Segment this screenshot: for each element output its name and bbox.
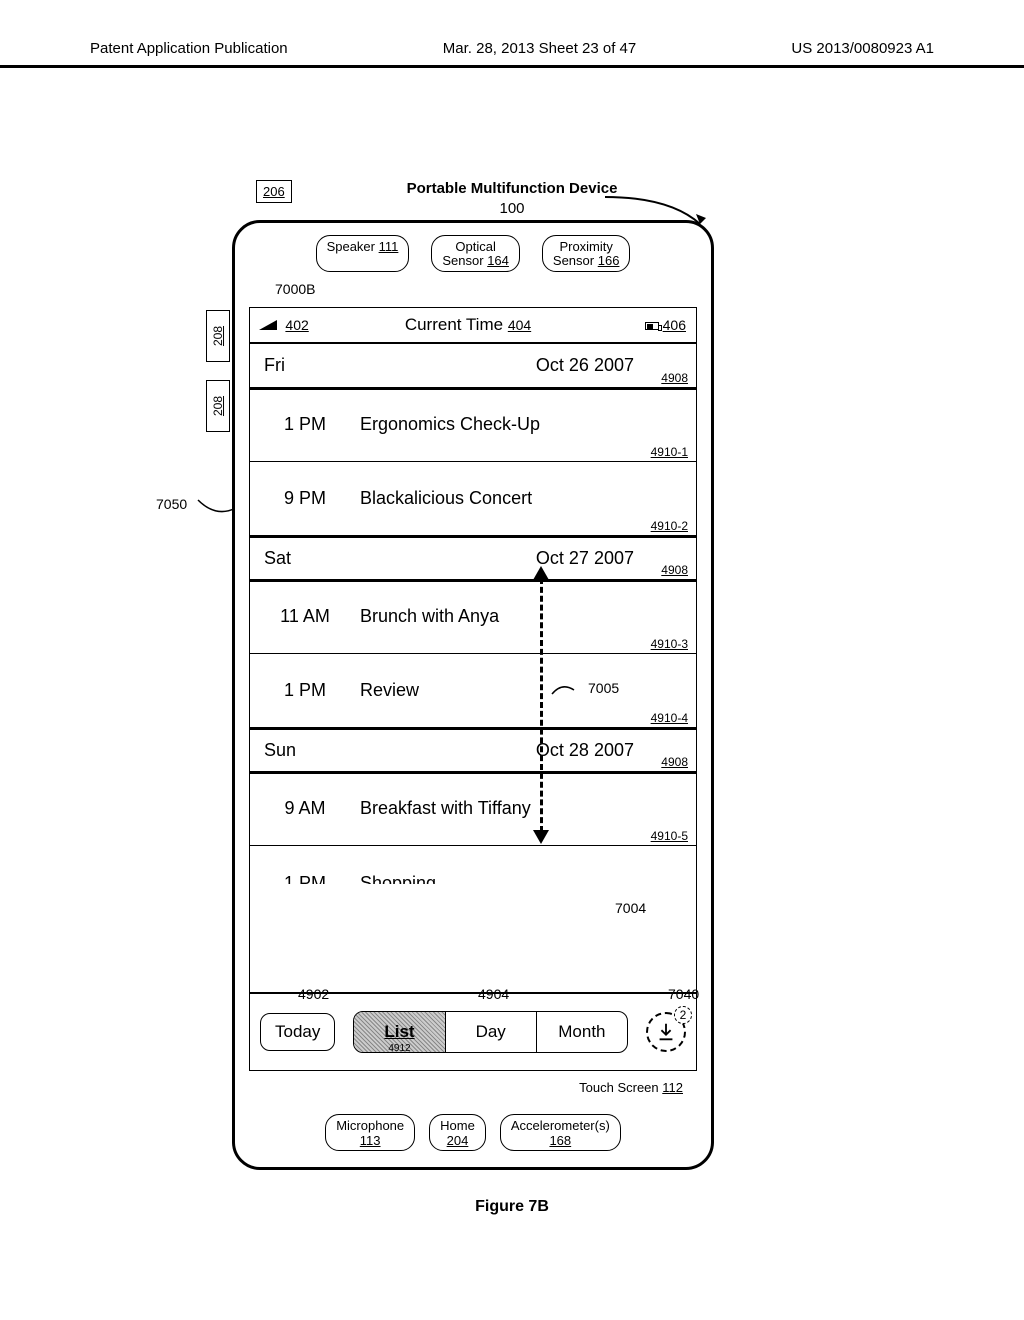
leader-7005 xyxy=(550,680,590,700)
ref-206: 206 xyxy=(256,180,292,203)
device-title: Portable Multifunction Device xyxy=(0,180,1024,197)
current-time: Current Time 404 xyxy=(310,315,626,335)
download-badge: 2 xyxy=(674,1006,692,1024)
ref-208-b: 208 xyxy=(206,380,230,432)
download-icon xyxy=(655,1021,677,1043)
event-row[interactable]: 1 PM Shopping xyxy=(250,846,696,884)
day-header: Sat Oct 27 2007 4908 xyxy=(250,536,696,580)
page-header: Patent Application Publication Mar. 28, … xyxy=(0,40,1024,68)
event-row[interactable]: 9 PM Blackalicious Concert 4910-2 xyxy=(250,462,696,536)
ref-208-a: 208 xyxy=(206,310,230,362)
event-row[interactable]: 1 PM Ergonomics Check-Up 4910-1 xyxy=(250,388,696,462)
ref-7050: 7050 xyxy=(156,496,187,512)
today-button[interactable]: Today xyxy=(260,1013,335,1051)
status-bar: 402 Current Time 404 406 xyxy=(250,308,696,344)
home-button-label: Home204 xyxy=(429,1114,486,1151)
day-header: Sun Oct 28 2007 4908 xyxy=(250,728,696,772)
signal-indicator: 402 xyxy=(250,317,310,334)
speaker-label: Speaker 111 xyxy=(316,235,410,272)
ref-4902: 4902 xyxy=(298,986,329,1002)
top-sensor-row: Speaker 111 Optical Sensor 164 Proximity… xyxy=(235,235,711,272)
ref-7004: 7004 xyxy=(615,900,646,916)
day-header: Fri Oct 26 2007 4908 xyxy=(250,344,696,388)
event-row[interactable]: 9 AM Breakfast with Tiffany 4910-5 xyxy=(250,772,696,846)
download-button[interactable]: 2 xyxy=(646,1012,686,1052)
battery-icon xyxy=(645,322,659,330)
gesture-arrow xyxy=(540,560,542,850)
ref-7005: 7005 xyxy=(588,680,619,696)
touchscreen[interactable]: 402 Current Time 404 406 Fri Oct 26 2007… xyxy=(249,307,697,1071)
proximity-sensor-label: Proximity Sensor 166 xyxy=(542,235,631,272)
uid-ref: 7000B xyxy=(275,281,315,297)
ref-7040: 7040 xyxy=(668,986,699,1002)
seg-month-button[interactable]: Month xyxy=(537,1012,627,1052)
figure-caption: Figure 7B xyxy=(0,1198,1024,1216)
seg-day-button[interactable]: Day xyxy=(446,1012,537,1052)
event-row[interactable]: 11 AM Brunch with Anya 4910-3 xyxy=(250,580,696,654)
optical-sensor-label: Optical Sensor 164 xyxy=(431,235,520,272)
bottom-toolbar: Today List 4912 Day Month 2 xyxy=(250,992,696,1070)
header-center: Mar. 28, 2013 Sheet 23 of 47 xyxy=(443,40,636,57)
ref-4904: 4904 xyxy=(478,986,509,1002)
figure-area: Portable Multifunction Device 100 206 20… xyxy=(0,120,1024,1260)
header-left: Patent Application Publication xyxy=(90,40,288,57)
device-number: 100 xyxy=(0,200,1024,217)
accelerometer-label: Accelerometer(s)168 xyxy=(500,1114,621,1151)
bottom-sensor-row: Microphone113 Home204 Accelerometer(s)16… xyxy=(235,1114,711,1151)
microphone-label: Microphone113 xyxy=(325,1114,415,1151)
event-row[interactable]: 1 PM Review 4910-4 xyxy=(250,654,696,728)
touchscreen-label: Touch Screen 112 xyxy=(579,1080,683,1095)
signal-icon xyxy=(259,320,277,330)
view-segmented-control: List 4912 Day Month xyxy=(353,1011,628,1053)
battery-indicator: 406 xyxy=(626,317,696,333)
seg-list-button[interactable]: List 4912 xyxy=(354,1012,445,1052)
header-right: US 2013/0080923 A1 xyxy=(791,40,934,57)
device-outline: Speaker 111 Optical Sensor 164 Proximity… xyxy=(232,220,714,1170)
